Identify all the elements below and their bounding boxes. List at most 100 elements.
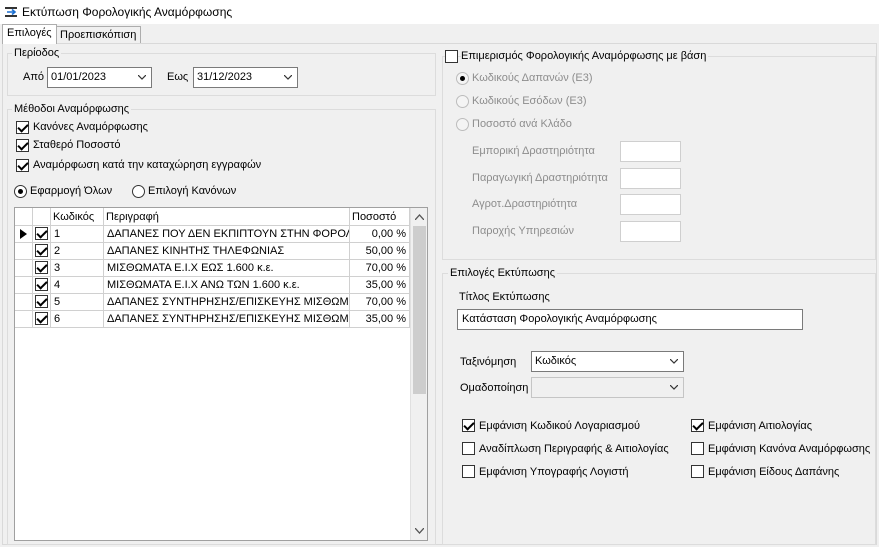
scroll-thumb[interactable] (413, 226, 426, 394)
row-check-cell (33, 243, 51, 260)
show-expense-type-checkbox[interactable] (691, 465, 704, 478)
commercial-activity-input[interactable] (620, 141, 681, 162)
wrap-description-checkbox[interactable] (462, 442, 475, 455)
tab-preview[interactable]: Προεπισκόπιση (55, 26, 142, 44)
methods-group-label: Μέθοδοι Αναμόρφωσης (12, 103, 132, 115)
group-label: Ομαδοποίηση (460, 382, 529, 394)
table-row[interactable]: 2 ΔΑΠΑΝΕΣ ΚΙΝΗΤΗΣ ΤΗΛΕΦΩΝΙΑΣ 50,00 % (15, 243, 410, 260)
show-justification-checkbox[interactable] (691, 419, 704, 432)
rules-checkbox[interactable] (16, 121, 29, 134)
row-indicator (15, 243, 33, 260)
row-check-cell (33, 294, 51, 311)
row-checkbox[interactable] (35, 295, 48, 308)
production-activity-input[interactable] (620, 168, 681, 189)
sort-label: Ταξινόμηση (460, 356, 517, 368)
show-rule-checkbox[interactable] (691, 442, 704, 455)
to-date-picker[interactable]: 31/12/2023 (193, 67, 298, 88)
row-description: ΔΑΠΑΝΕΣ ΚΙΝΗΤΗΣ ΤΗΛΕΦΩΝΙΑΣ (104, 243, 350, 260)
header-code[interactable]: Κωδικός (51, 208, 104, 226)
entry-time-checkbox-label: Αναμόρφωση κατά την καταχώρηση εγγραφών (33, 159, 262, 171)
tab-options[interactable]: Επιλογές (2, 24, 57, 44)
select-rules-radio-label: Επιλογή Κανόνων (148, 185, 237, 197)
scroll-up-icon[interactable] (415, 214, 424, 220)
to-date-value: 31/12/2023 (197, 71, 253, 83)
sort-value: Κωδικός (535, 355, 577, 367)
row-percent: 35,00 % (350, 277, 410, 294)
chevron-down-icon (670, 359, 678, 364)
services-activity-input[interactable] (620, 221, 681, 242)
from-date-picker[interactable]: 01/01/2023 (47, 67, 152, 88)
group-dropdown[interactable] (531, 377, 684, 398)
rules-checkbox-label: Κανόνες Αναμόρφωσης (33, 121, 148, 133)
entry-time-checkbox[interactable] (16, 159, 29, 172)
header-indicator (15, 208, 33, 226)
print-title-label: Τίτλος Εκτύπωσης (459, 291, 550, 303)
row-checkbox[interactable] (35, 312, 48, 325)
row-indicator (15, 226, 33, 243)
row-checkbox[interactable] (35, 227, 48, 240)
table-row[interactable]: 1 ΔΑΠΑΝΕΣ ΠΟΥ ΔΕΝ ΕΚΠΙΠΤΟΥΝ ΣΤΗΝ ΦΟΡΟΛΟΓΙ… (15, 226, 410, 243)
row-indicator (15, 277, 33, 294)
header-check (33, 208, 51, 226)
row-code: 4 (51, 277, 104, 294)
table-row[interactable]: 4 ΜΙΣΘΩΜΑΤΑ Ε.Ι.Χ ΑΝΩ ΤΩΝ 1.600 κ.ε. 35,00… (15, 277, 410, 294)
commercial-activity-label: Εμπορική Δραστηριότητα (472, 145, 595, 157)
branch-percent-radio[interactable] (456, 118, 469, 131)
income-codes-radio[interactable] (456, 95, 469, 108)
grid-header: Κωδικός Περιγραφή Ποσοστό (15, 208, 410, 226)
row-percent: 35,00 % (350, 311, 410, 328)
fixed-percent-checkbox[interactable] (16, 139, 29, 152)
row-description: ΜΙΣΘΩΜΑΤΑ Ε.Ι.Χ ΑΝΩ ΤΩΝ 1.600 κ.ε. (104, 277, 350, 294)
show-account-code-checkbox[interactable] (462, 419, 475, 432)
rules-grid[interactable]: Κωδικός Περιγραφή Ποσοστό 1 ΔΑΠΑΝΕΣ ΠΟΥ Δ… (14, 207, 428, 541)
distribution-checkbox[interactable] (445, 50, 458, 63)
agricultural-activity-input[interactable] (620, 194, 681, 215)
select-rules-radio[interactable] (132, 185, 145, 198)
header-description[interactable]: Περιγραφή (104, 208, 350, 226)
row-check-cell (33, 260, 51, 277)
distribution-checkbox-label: Επιμερισμός Φορολογικής Αναμόρφωσης με β… (461, 50, 709, 62)
branch-percent-radio-label: Ποσοστό ανά Κλάδο (472, 118, 572, 130)
tab-strip: Επιλογές Προεπισκόπιση (0, 24, 879, 44)
print-export-icon (5, 7, 17, 17)
scroll-down-icon[interactable] (415, 528, 424, 534)
to-label: Εως (167, 71, 189, 83)
show-signature-label: Εμφάνιση Υπογραφής Λογιστή (479, 466, 629, 478)
show-signature-checkbox[interactable] (462, 465, 475, 478)
row-code: 2 (51, 243, 104, 260)
expense-codes-radio[interactable] (456, 72, 469, 85)
row-percent: 50,00 % (350, 243, 410, 260)
row-check-cell (33, 277, 51, 294)
row-checkbox[interactable] (35, 278, 48, 291)
wrap-description-label: Αναδίπλωση Περιγραφής & Αιτιολογίας (479, 443, 669, 455)
row-indicator (15, 260, 33, 277)
table-row[interactable]: 3 ΜΙΣΘΩΜΑΤΑ Ε.Ι.Χ ΕΩΣ 1.600 κ.ε. 70,00 % (15, 260, 410, 277)
chevron-down-icon (138, 75, 146, 80)
print-title-input[interactable]: Κατάσταση Φορολογικής Αναμόρφωσης (457, 309, 803, 330)
sort-dropdown[interactable]: Κωδικός (531, 351, 684, 372)
row-check-cell (33, 226, 51, 243)
row-description: ΔΑΠΑΝΕΣ ΠΟΥ ΔΕΝ ΕΚΠΙΠΤΟΥΝ ΣΤΗΝ ΦΟΡΟΛΟΓΙ (104, 226, 350, 243)
row-description: ΜΙΣΘΩΜΑΤΑ Ε.Ι.Χ ΕΩΣ 1.600 κ.ε. (104, 260, 350, 277)
title-bar: Εκτύπωση Φορολογικής Αναμόρφωσης (0, 0, 879, 24)
apply-all-radio-label: Εφαρμογή Όλων (30, 185, 113, 197)
show-expense-type-label: Εμφάνιση Είδους Δαπάνης (708, 466, 840, 478)
row-indicator (15, 311, 33, 328)
show-account-code-label: Εμφάνιση Κωδικού Λογαριασμού (479, 420, 641, 432)
from-date-value: 01/01/2023 (51, 71, 107, 83)
window-title: Εκτύπωση Φορολογικής Αναμόρφωσης (22, 5, 233, 19)
row-code: 6 (51, 311, 104, 328)
table-row[interactable]: 6ΔΑΠΑΝΕΣ ΣΥΝΤΗΡΗΣΗΣ/ΕΠΙΣΚΕΥΗΣ ΜΙΣΘΩΜΕΝΩΝ… (15, 311, 410, 328)
services-activity-label: Παροχής Υπηρεσιών (472, 225, 574, 237)
table-row[interactable]: 5ΔΑΠΑΝΕΣ ΣΥΝΤΗΡΗΣΗΣ/ΕΠΙΣΚΕΥΗΣ ΜΙΣΘΩΜΕΝΩΝ… (15, 294, 410, 311)
grid-scrollbar[interactable] (410, 208, 427, 540)
chevron-down-icon (670, 385, 678, 390)
apply-all-radio[interactable] (14, 185, 27, 198)
print-options-group-label: Επιλογές Εκτύπωσης (448, 267, 558, 279)
header-percent[interactable]: Ποσοστό (350, 208, 410, 226)
row-checkbox[interactable] (35, 261, 48, 274)
row-description: ΔΑΠΑΝΕΣ ΣΥΝΤΗΡΗΣΗΣ/ΕΠΙΣΚΕΥΗΣ ΜΙΣΘΩΜΕΝΩΝ (104, 294, 350, 311)
current-row-icon (20, 229, 27, 239)
row-checkbox[interactable] (35, 244, 48, 257)
show-justification-label: Εμφάνιση Αιτιολογίας (708, 420, 813, 432)
